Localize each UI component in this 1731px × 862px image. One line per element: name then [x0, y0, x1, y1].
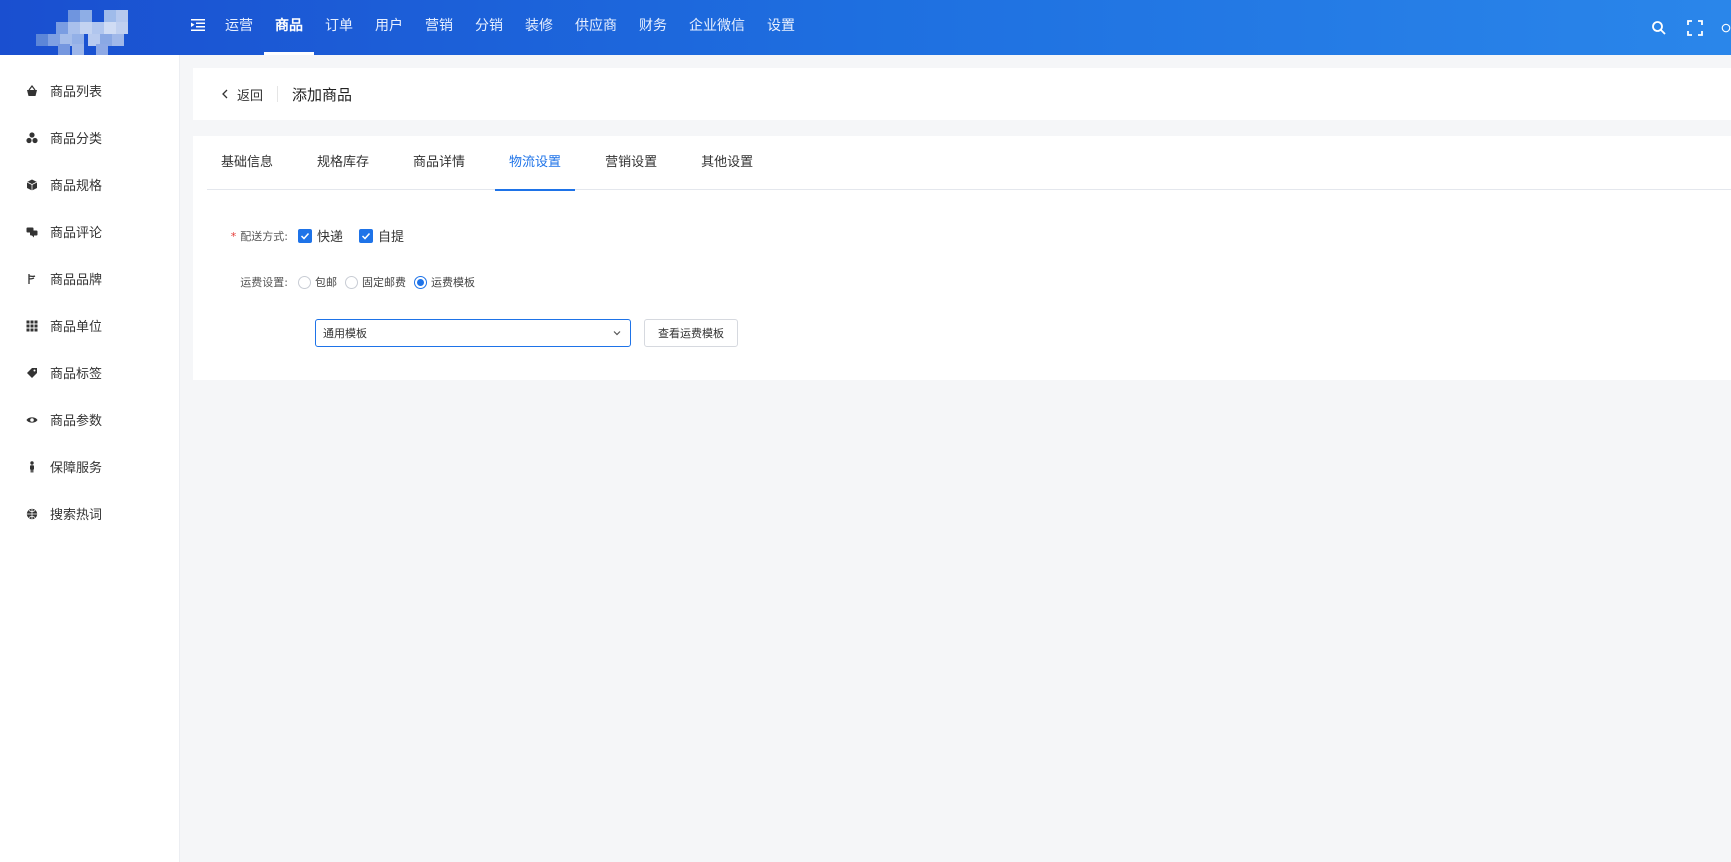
sidebar-item-label: 商品参数 — [50, 414, 103, 429]
search-icon[interactable] — [1651, 20, 1667, 36]
sidebar: 商品列表 商品分类 商品规格 商品评论 商品品牌 商品单位 商品标签 商品参数 … — [0, 55, 180, 862]
top-header: 运营 商品 订单 用户 营销 分销 装修 供应商 财务 企业微信 设置 — [0, 0, 1731, 56]
delivery-method-label: * 配送方式: — [193, 228, 298, 244]
sidebar-item-label: 保障服务 — [50, 461, 103, 476]
category-icon — [26, 131, 38, 143]
express-label: 快递 — [317, 230, 344, 245]
pickup-checkbox[interactable]: 自提 — [359, 226, 404, 245]
back-label: 返回 — [237, 88, 264, 104]
cube-icon — [26, 179, 38, 190]
sidebar-item-guarantee-service[interactable]: 保障服务 — [0, 443, 179, 490]
tab-bar: 基础信息 规格库存 商品详情 物流设置 营销设置 其他设置 — [207, 136, 1731, 191]
sidebar-item-product-spec[interactable]: 商品规格 — [0, 161, 179, 208]
sidebar-item-product-params[interactable]: 商品参数 — [0, 396, 179, 443]
free-shipping-radio[interactable]: 包邮 — [298, 274, 337, 290]
fullscreen-icon[interactable] — [1687, 19, 1703, 36]
fixed-fee-label: 固定邮费 — [362, 276, 406, 289]
sidebar-item-product-brand[interactable]: 商品品牌 — [0, 255, 179, 302]
comment-icon — [26, 227, 38, 237]
sidebar-item-label: 商品评论 — [50, 226, 103, 241]
shipping-template-value: 通用模板 — [323, 327, 367, 340]
radio-circle — [414, 275, 427, 289]
sidebar-item-label: 商品列表 — [50, 85, 103, 100]
sidebar-item-search-hotwords[interactable]: 搜索热词 — [0, 490, 179, 537]
eye-icon — [26, 416, 38, 423]
sidebar-item-product-tags[interactable]: 商品标签 — [0, 349, 179, 396]
pickup-label: 自提 — [378, 230, 405, 245]
topnav-settings[interactable]: 设置 — [756, 0, 806, 55]
delivery-method-row: * 配送方式: 快递 自提 — [193, 226, 420, 245]
chevron-down-icon — [613, 331, 621, 336]
tag-icon — [27, 367, 37, 378]
tab-basic-info[interactable]: 基础信息 — [207, 136, 287, 190]
checkbox-checked-icon — [298, 228, 312, 243]
basket-icon — [27, 84, 37, 96]
required-mark: * — [230, 229, 237, 243]
chevron-left-icon — [222, 89, 228, 99]
topnav-users[interactable]: 用户 — [364, 0, 414, 55]
sidebar-item-label: 商品标签 — [50, 367, 103, 382]
free-shipping-label: 包邮 — [315, 276, 337, 289]
radio-circle — [298, 275, 311, 289]
fixed-fee-radio[interactable]: 固定邮费 — [345, 274, 406, 290]
shipping-fee-label: 运费设置: — [240, 276, 288, 289]
sidebar-item-product-category[interactable]: 商品分类 — [0, 114, 179, 161]
page-header: 返回 添加商品 — [193, 68, 1731, 120]
topnav-suppliers[interactable]: 供应商 — [564, 0, 628, 55]
menu-collapse-icon[interactable] — [191, 18, 205, 32]
sidebar-item-label: 商品单位 — [50, 320, 103, 335]
topnav-marketing[interactable]: 营销 — [414, 0, 464, 55]
sidebar-item-product-list[interactable]: 商品列表 — [0, 67, 179, 114]
globe-icon — [26, 508, 38, 519]
fee-template-label: 运费模板 — [431, 276, 475, 289]
topnav-wecom[interactable]: 企业微信 — [678, 0, 756, 55]
checkbox-checked-icon — [359, 228, 374, 243]
shipping-fee-row: 运费设置: 包邮 固定邮费 运费模板 — [193, 274, 483, 290]
topnav-finance[interactable]: 财务 — [628, 0, 678, 55]
sidebar-item-product-unit[interactable]: 商品单位 — [0, 302, 179, 349]
sidebar-item-label: 搜索热词 — [50, 508, 103, 523]
sidebar-item-product-reviews[interactable]: 商品评论 — [0, 208, 179, 255]
tab-logistics[interactable]: 物流设置 — [495, 136, 576, 191]
tab-spec-stock[interactable]: 规格库存 — [303, 136, 383, 190]
sidebar-item-label: 商品品牌 — [50, 273, 103, 288]
fee-template-radio[interactable]: 运费模板 — [414, 274, 475, 290]
topnav-products[interactable]: 商品 — [264, 0, 314, 55]
topnav-decoration[interactable]: 装修 — [514, 0, 564, 55]
brand-icon — [28, 273, 36, 284]
grid-icon — [26, 320, 38, 331]
view-shipping-template-button[interactable]: 查看运费模板 — [644, 319, 738, 347]
tab-product-detail[interactable]: 商品详情 — [399, 136, 479, 190]
form-card: 基础信息 规格库存 商品详情 物流设置 营销设置 其他设置 * 配送方式: 快递 … — [193, 136, 1731, 380]
express-checkbox[interactable]: 快递 — [298, 226, 343, 245]
header-actions — [1651, 0, 1731, 55]
back-button[interactable]: 返回 — [221, 86, 279, 104]
radio-circle — [345, 275, 358, 289]
sidebar-item-label: 商品规格 — [50, 179, 103, 194]
sidebar-item-label: 商品分类 — [50, 132, 103, 147]
delivery-method-text: 配送方式: — [240, 229, 288, 243]
tab-other[interactable]: 其他设置 — [687, 136, 767, 190]
brand-logo[interactable] — [36, 10, 134, 56]
shipping-template-select[interactable]: 通用模板 — [315, 319, 631, 347]
top-navigation: 运营 商品 订单 用户 营销 分销 装修 供应商 财务 企业微信 设置 — [214, 0, 806, 55]
page-title: 添加商品 — [292, 85, 353, 104]
tab-marketing[interactable]: 营销设置 — [591, 136, 671, 190]
topnav-orders[interactable]: 订单 — [314, 0, 364, 55]
user-avatar-icon[interactable] — [1721, 20, 1731, 36]
topnav-distribution[interactable]: 分销 — [464, 0, 514, 55]
topnav-operations[interactable]: 运营 — [214, 0, 264, 55]
person-icon — [30, 460, 34, 472]
